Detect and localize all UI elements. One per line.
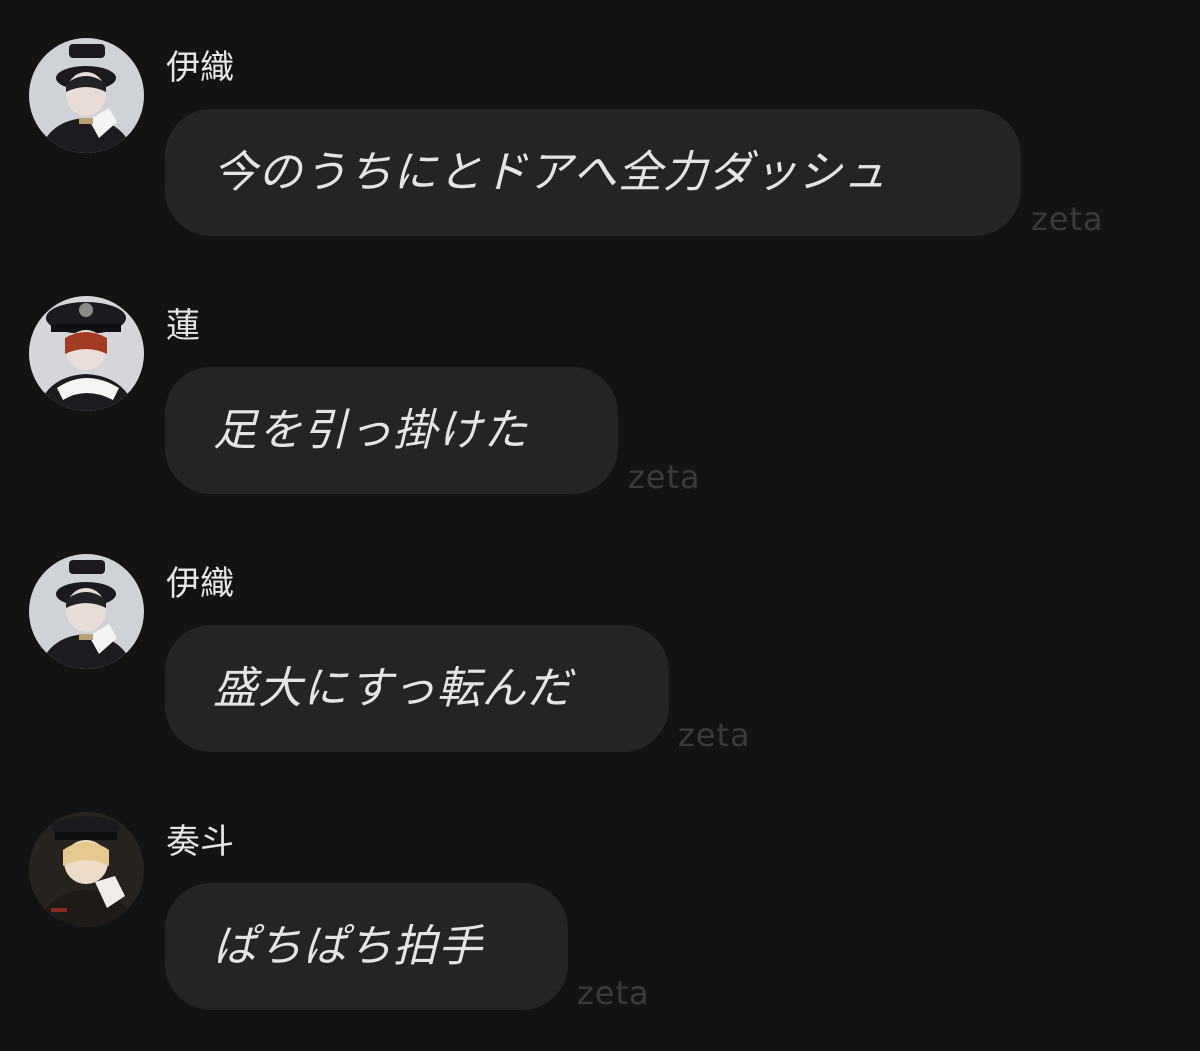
message-bubble[interactable]: 足を引っ掛けた (165, 367, 618, 494)
message-text: 今のうちにとドアへ全力ダッシュ (213, 146, 888, 198)
avatar[interactable] (29, 812, 144, 927)
message-text: 盛大にすっ転んだ (213, 662, 572, 714)
watermark: zeta (1031, 200, 1104, 238)
message-bubble[interactable]: ぱちぱち拍手 (165, 883, 568, 1010)
chat-log: 伊織 今のうちにとドアへ全力ダッシュ zeta 蓮 足を引っ掛けた zeta 伊… (0, 0, 1200, 1051)
avatar-ren-image (29, 296, 144, 411)
message-bubble[interactable]: 今のうちにとドアへ全力ダッシュ (165, 109, 1021, 236)
watermark: zeta (628, 458, 701, 496)
avatar-kanato-image (29, 812, 144, 927)
watermark: zeta (678, 716, 751, 754)
sender-name: 伊織 (166, 48, 234, 88)
message-text: 足を引っ掛けた (213, 404, 528, 456)
message-bubble[interactable]: 盛大にすっ転んだ (165, 625, 669, 752)
avatar[interactable] (29, 554, 144, 669)
sender-name: 奏斗 (166, 822, 234, 862)
watermark: zeta (577, 974, 650, 1012)
sender-name: 蓮 (166, 306, 200, 346)
avatar[interactable] (29, 296, 144, 411)
avatar[interactable] (29, 38, 144, 153)
avatar-iori-image (29, 38, 144, 153)
message-text: ぱちぱち拍手 (213, 920, 483, 972)
sender-name: 伊織 (166, 564, 234, 604)
avatar-iori-image (29, 554, 144, 669)
